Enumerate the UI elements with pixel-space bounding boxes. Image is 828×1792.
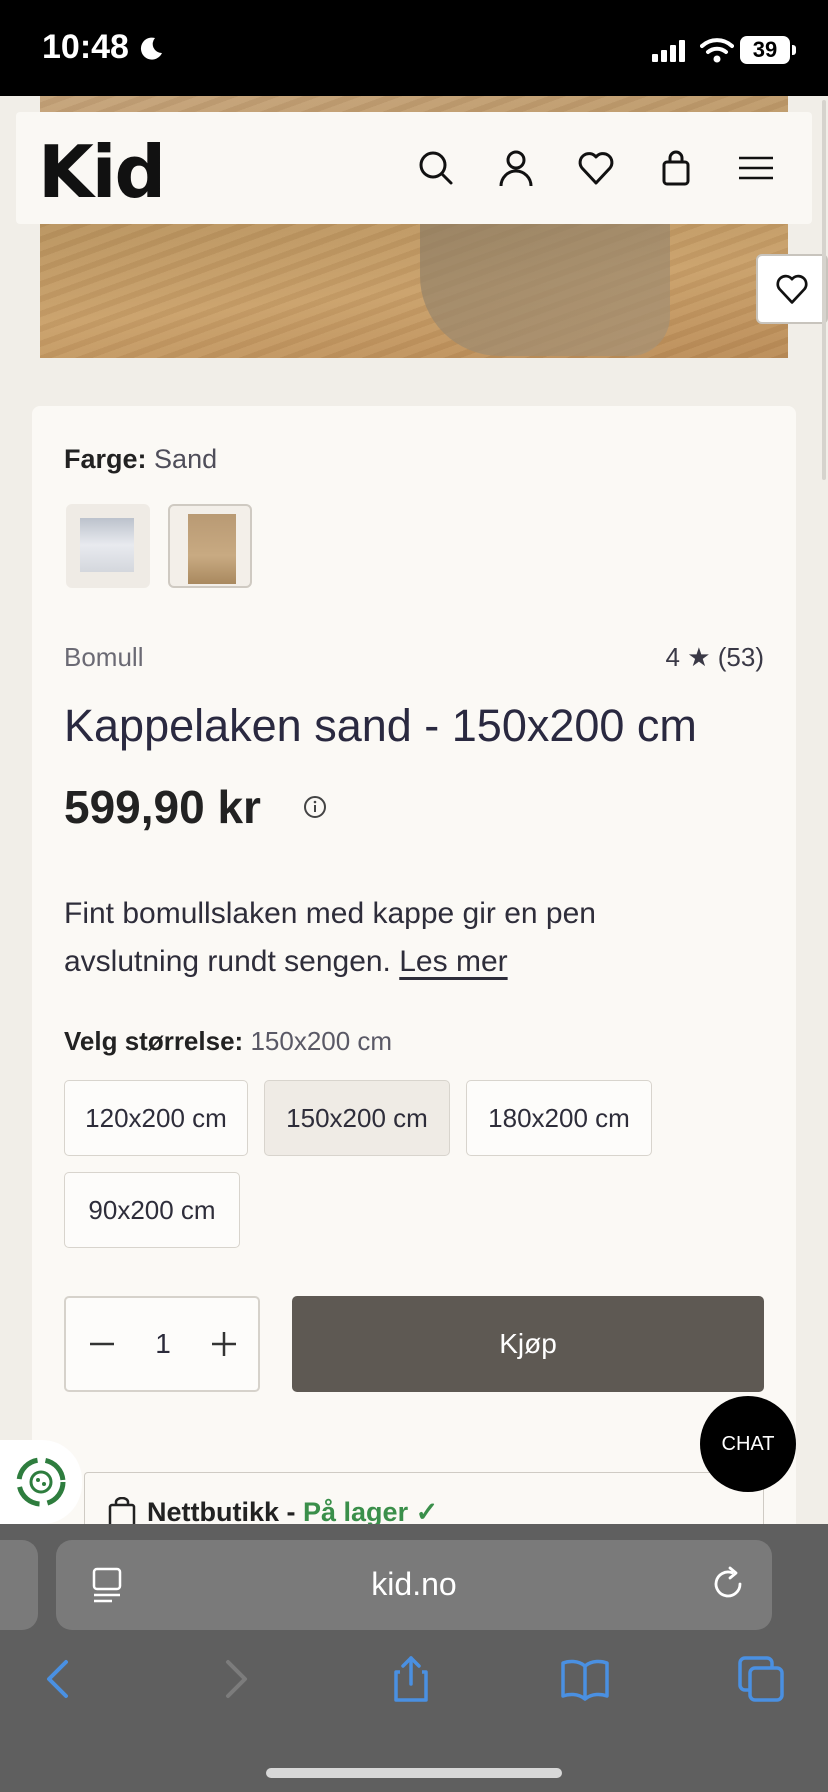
- description-text: Fint bomullslaken med kappe gir en pen a…: [64, 897, 596, 978]
- buy-button[interactable]: Kjøp: [292, 1296, 764, 1392]
- plus-icon: [212, 1332, 236, 1356]
- size-label: Velg størrelse:: [64, 1026, 244, 1056]
- reload-icon[interactable]: [710, 1566, 746, 1602]
- heart-icon: [776, 274, 808, 304]
- bookmarks-icon[interactable]: [560, 1654, 610, 1704]
- size-option-90x200[interactable]: 90x200 cm: [64, 1172, 240, 1248]
- size-option-150x200[interactable]: 150x200 cm: [264, 1080, 450, 1156]
- address-bar[interactable]: kid.no: [56, 1540, 772, 1630]
- account-icon[interactable]: [496, 148, 536, 188]
- share-icon[interactable]: [386, 1654, 436, 1704]
- eco-badge[interactable]: [0, 1440, 82, 1524]
- recycle-icon: [16, 1457, 66, 1507]
- battery-indicator: 39: [740, 36, 796, 64]
- decrease-quantity-button[interactable]: [84, 1326, 120, 1362]
- previous-tab-preview[interactable]: [0, 1540, 38, 1630]
- stock-channel: Nettbutikk -: [147, 1497, 304, 1527]
- size-option-120x200[interactable]: 120x200 cm: [64, 1080, 248, 1156]
- site-header: Kid: [16, 112, 812, 224]
- size-value: 150x200 cm: [250, 1026, 393, 1056]
- add-to-favorites-button[interactable]: [756, 254, 828, 324]
- back-icon[interactable]: [34, 1654, 84, 1704]
- menu-icon[interactable]: [736, 148, 776, 188]
- color-value: Sand: [154, 444, 218, 474]
- quantity-stepper: 1: [64, 1296, 260, 1392]
- scroll-indicator: [822, 100, 826, 480]
- status-time: 10:48: [42, 28, 129, 66]
- read-more-link[interactable]: Les mer: [399, 945, 507, 978]
- browser-toolbar: kid.no: [0, 1524, 828, 1792]
- product-rating[interactable]: 4 ★ (53): [666, 642, 764, 673]
- signal-icon: [652, 40, 685, 62]
- wifi-icon: [700, 38, 734, 63]
- tabs-icon[interactable]: [736, 1654, 786, 1704]
- home-indicator: [266, 1768, 562, 1778]
- stock-availability: På lager ✓: [303, 1497, 439, 1527]
- battery-level: 39: [740, 36, 790, 64]
- product-title: Kappelaken sand - 150x200 cm: [64, 700, 697, 751]
- kid-logo[interactable]: Kid: [38, 130, 166, 214]
- bag-icon[interactable]: [656, 148, 696, 188]
- product-price: 599,90 kr: [64, 781, 261, 833]
- color-swatch-sand[interactable]: [168, 504, 252, 588]
- product-material: Bomull: [64, 642, 144, 672]
- info-icon[interactable]: [302, 794, 328, 820]
- moon-icon: [140, 37, 162, 60]
- product-description: Fint bomullslaken med kappe gir en pen a…: [64, 890, 704, 986]
- increase-quantity-button[interactable]: [206, 1326, 242, 1362]
- size-option-180x200[interactable]: 180x200 cm: [466, 1080, 652, 1156]
- size-selector-label: Velg størrelse: 150x200 cm: [64, 1026, 392, 1057]
- status-bar: 10:48 39: [0, 0, 828, 96]
- heart-icon[interactable]: [576, 148, 616, 188]
- search-icon[interactable]: [416, 148, 456, 188]
- url-text: kid.no: [371, 1566, 457, 1602]
- color-label: Farge:: [64, 444, 147, 474]
- chat-button[interactable]: CHAT: [700, 1396, 796, 1492]
- color-selector-label: Farge: Sand: [64, 444, 217, 475]
- quantity-value[interactable]: 1: [148, 1328, 178, 1360]
- color-swatch-white[interactable]: [66, 504, 150, 588]
- minus-icon: [90, 1342, 114, 1346]
- forward-icon[interactable]: [210, 1654, 260, 1704]
